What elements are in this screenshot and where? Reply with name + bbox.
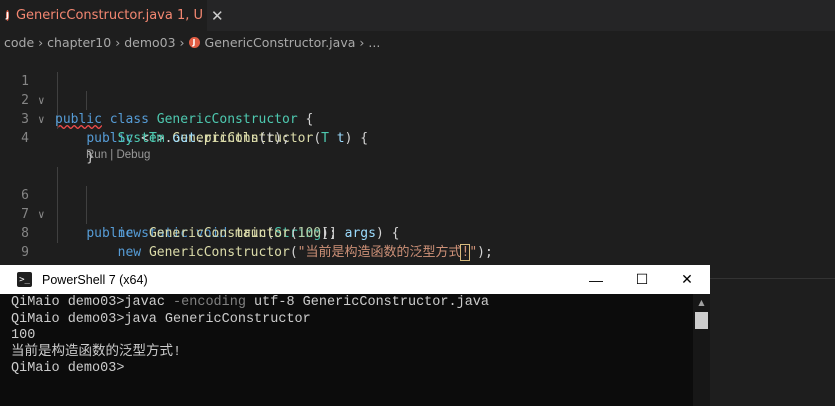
- code-line-2: 2 ∨ public <T> GenericConstructor(T t) {: [0, 72, 835, 146]
- code-editor[interactable]: 1 ∨ public class GenericConstructor { 2 …: [0, 53, 835, 298]
- code-line-9: 9 }: [0, 224, 835, 279]
- java-file-icon: J: [6, 10, 9, 21]
- minimize-icon[interactable]: —: [573, 265, 619, 294]
- terminal-line-4: 当前是构造函数的泛型方式!: [11, 344, 182, 360]
- terminal-title: PowerShell 7 (x64): [42, 272, 148, 287]
- tab-label: GenericConstructor.java 1, U: [15, 8, 204, 23]
- breadcrumb-item-code[interactable]: code: [4, 35, 34, 50]
- code-line-8: 8 new GenericConstructor("当前是构造函数的泛型方式!"…: [0, 205, 835, 261]
- code-line-4: 4 }: [0, 110, 835, 165]
- code-line-6: 6 ∨ public static void main(String[] arg…: [0, 167, 835, 241]
- editor-tab-bar: J GenericConstructor.java 1, U ✕: [0, 0, 835, 31]
- chevron-right-icon: ›: [359, 34, 365, 50]
- codelens-run-debug[interactable]: Run | Debug: [86, 149, 150, 161]
- code-line-7: 7 new GenericConstructor(100);: [0, 186, 835, 241]
- terminal-line-3: 100: [11, 328, 36, 343]
- breadcrumb-item-file[interactable]: GenericConstructor.java: [205, 35, 356, 50]
- scrollbar-thumb[interactable]: [695, 312, 708, 329]
- breadcrumb-item-ellipsis[interactable]: ...: [368, 35, 380, 50]
- java-file-icon: J: [188, 36, 200, 48]
- close-icon[interactable]: ✕: [664, 265, 710, 294]
- breadcrumb: code › chapter10 › demo03 › J GenericCon…: [0, 31, 835, 53]
- powershell-icon: >_: [17, 272, 32, 287]
- terminal-title-bar[interactable]: >_ PowerShell 7 (x64) — ☐ ✕: [0, 265, 710, 294]
- line-number: 4: [21, 131, 29, 146]
- chevron-right-icon: ›: [38, 34, 44, 50]
- editor-tab-genericconstructor[interactable]: J GenericConstructor.java 1, U ✕: [0, 0, 224, 31]
- code-line-10: 10 }: [0, 243, 835, 298]
- terminal-line-1: QiMaio demo03>javac -encoding utf-8 Gene…: [11, 295, 489, 310]
- maximize-icon[interactable]: ☐: [619, 265, 665, 294]
- terminal-scrollbar[interactable]: ▲: [693, 294, 710, 406]
- breadcrumb-item-demo03[interactable]: demo03: [124, 35, 175, 50]
- breadcrumb-item-chapter10[interactable]: chapter10: [47, 35, 111, 50]
- chevron-right-icon: ›: [115, 34, 121, 50]
- terminal-output[interactable]: QiMaio demo03>javac -encoding utf-8 Gene…: [11, 295, 691, 378]
- scroll-up-icon[interactable]: ▲: [693, 294, 710, 311]
- code-line-1: 1 ∨ public class GenericConstructor {: [0, 53, 835, 127]
- terminal-line-2: QiMaio demo03>java GenericConstructor: [11, 311, 311, 327]
- close-icon[interactable]: ✕: [211, 7, 224, 25]
- powershell-window[interactable]: >_ PowerShell 7 (x64) — ☐ ✕ QiMaio demo0…: [0, 265, 710, 406]
- panel-divider: [710, 278, 835, 279]
- terminal-line-5: QiMaio demo03>: [11, 361, 125, 376]
- chevron-right-icon: ›: [179, 34, 185, 50]
- code-line-3: 3 System.out.println(t);: [0, 91, 835, 146]
